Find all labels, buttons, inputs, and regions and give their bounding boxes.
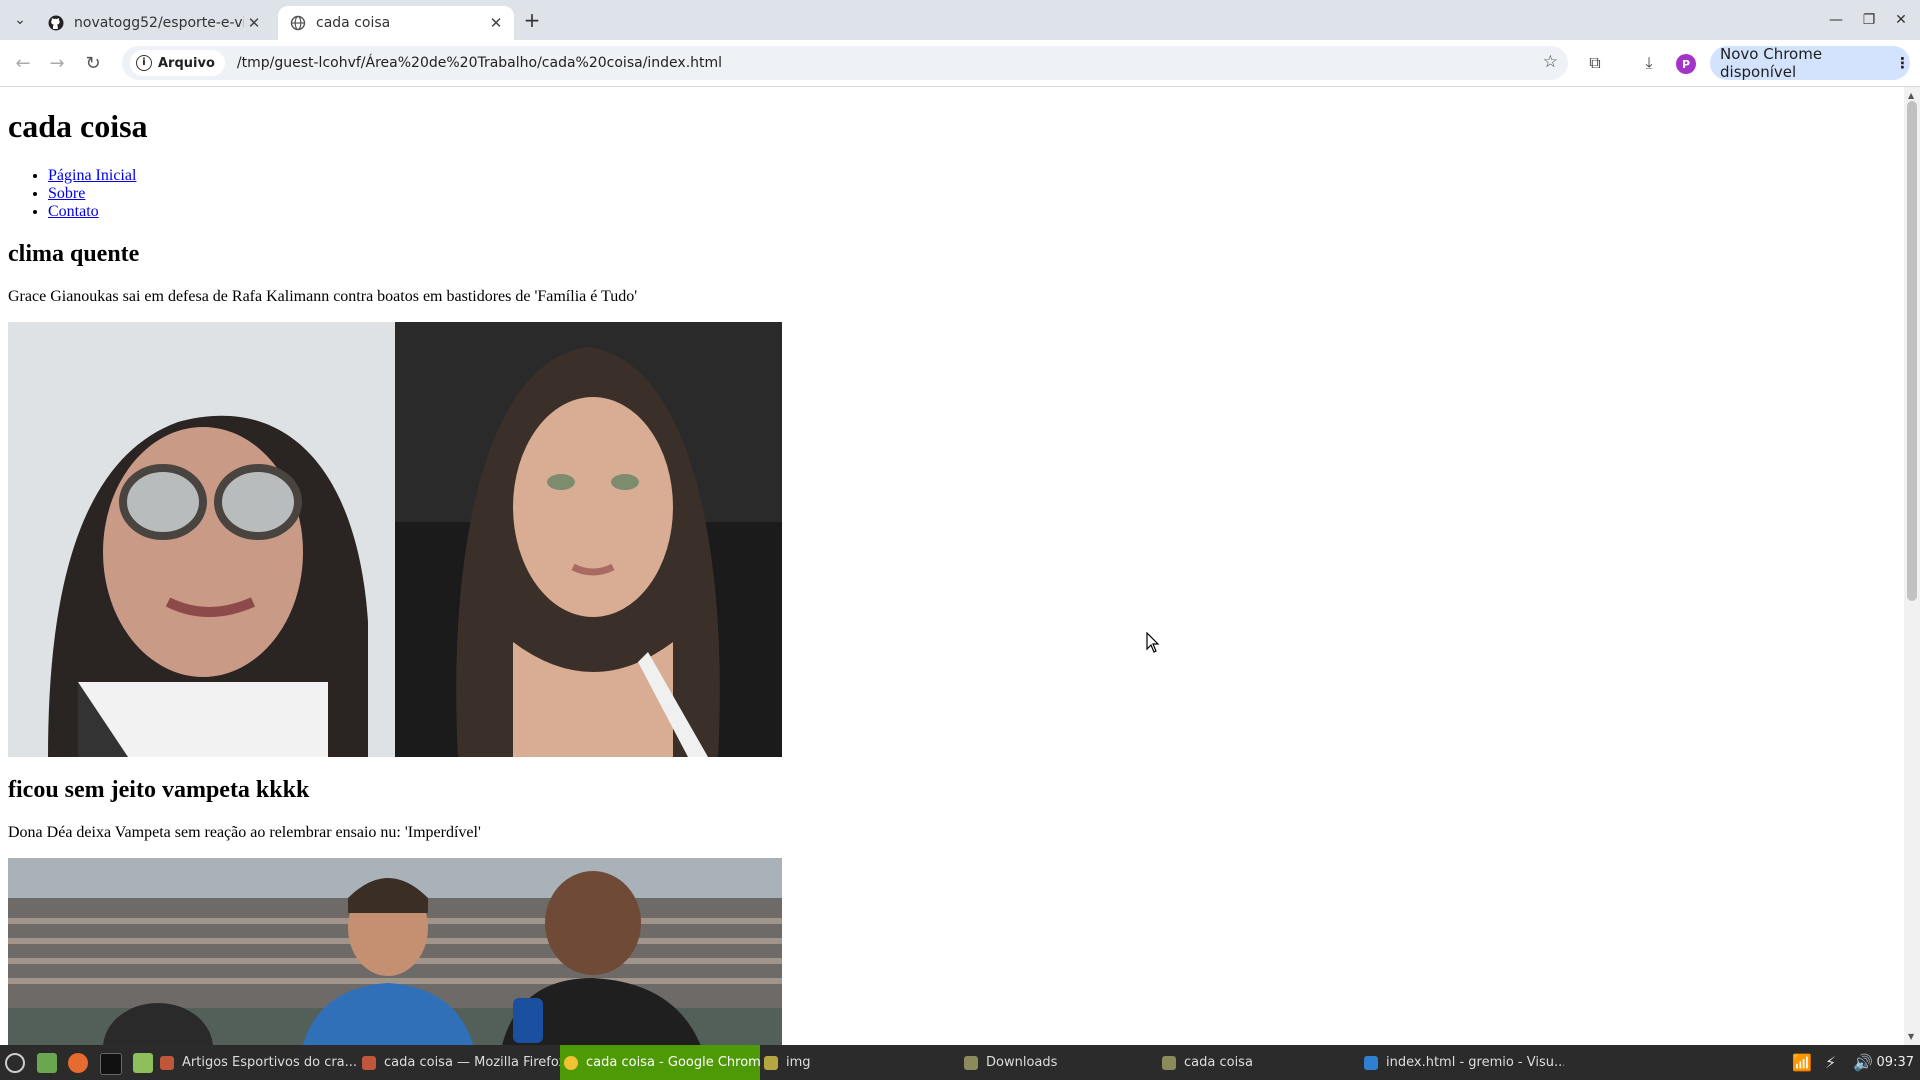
task-label: Downloads xyxy=(986,1055,1058,1070)
page-title: cada coisa xyxy=(8,108,148,144)
taskbar-task[interactable]: index.html - gremio - Visu... xyxy=(1364,1045,1564,1080)
github-icon xyxy=(48,15,64,31)
mouse-cursor-icon xyxy=(1146,632,1160,653)
task-label: cada coisa xyxy=(1184,1055,1253,1070)
folder-icon xyxy=(1162,1055,1176,1070)
photo-grace-and-rafa xyxy=(8,322,782,757)
reload-icon: ↻ xyxy=(85,52,101,74)
update-chrome-button[interactable]: Novo Chrome disponível ⋮ xyxy=(1710,45,1910,81)
folder-icon[interactable] xyxy=(133,1053,153,1073)
nav-link-contact[interactable]: Contato xyxy=(48,203,99,220)
clock[interactable]: 09:37 xyxy=(1877,1045,1914,1080)
restore-icon: ❐ xyxy=(1862,12,1876,28)
puzzle-icon: ⧉ xyxy=(1589,53,1601,72)
volume-icon[interactable]: 🔊 xyxy=(1853,1045,1873,1080)
power-icon[interactable]: ⚡ xyxy=(1825,1045,1836,1080)
tab-search-button[interactable]: ⌄ xyxy=(8,8,32,32)
folder-icon xyxy=(964,1055,978,1070)
firefox-icon xyxy=(362,1055,376,1070)
task-label: img xyxy=(786,1055,811,1070)
download-icon: ⤓ xyxy=(1645,53,1653,72)
taskbar-task-active[interactable]: cada coisa - Google Chrome xyxy=(560,1045,760,1080)
article-heading: clima quente xyxy=(8,241,140,267)
taskbar-task[interactable]: Downloads xyxy=(964,1045,1154,1080)
nav-item: Sobre xyxy=(48,185,1896,203)
back-button[interactable]: ← xyxy=(10,50,36,76)
task-label: cada coisa - Google Chrome xyxy=(586,1055,760,1070)
taskbar-task[interactable]: cada coisa xyxy=(1162,1045,1352,1080)
terminal-icon[interactable] xyxy=(100,1053,122,1075)
close-icon: ✕ xyxy=(1895,12,1907,28)
site-info-label: Arquivo xyxy=(158,55,215,71)
tab-title: novatogg52/esporte-e-vida- xyxy=(74,15,244,31)
taskbar: Artigos Esportivos do cra... cada coisa … xyxy=(0,1045,1920,1080)
arrow-right-icon: → xyxy=(49,52,65,74)
address-bar[interactable]: i Arquivo /tmp/guest-lcohvf/Área%20de%20… xyxy=(122,46,1568,80)
forward-button[interactable]: → xyxy=(44,50,70,76)
scroll-up-icon[interactable]: ▲ xyxy=(1908,91,1914,100)
close-window-button[interactable]: ✕ xyxy=(1889,8,1913,32)
chevron-down-icon: ⌄ xyxy=(14,12,26,28)
firefox-icon[interactable] xyxy=(68,1053,88,1073)
article-summary: Dona Déa deixa Vampeta sem reação ao rel… xyxy=(8,824,481,841)
taskbar-task[interactable]: img xyxy=(764,1045,954,1080)
scroll-down-icon[interactable]: ▼ xyxy=(1908,1032,1914,1041)
task-label: Artigos Esportivos do cra... xyxy=(182,1055,358,1070)
nav-link-about[interactable]: Sobre xyxy=(48,185,85,202)
plus-icon: + xyxy=(523,8,541,32)
nav-item: Página Inicial xyxy=(48,167,1896,185)
page-scrollbar[interactable]: ▲ ▼ xyxy=(1904,87,1920,1045)
page-viewport: cada coisa Página Inicial Sobre Contato … xyxy=(0,87,1904,1045)
tab-github[interactable]: novatogg52/esporte-e-vida- ✕ xyxy=(36,6,272,40)
reload-button[interactable]: ↻ xyxy=(80,50,106,76)
article-summary: Grace Gianoukas sai em defesa de Rafa Ka… xyxy=(8,288,638,305)
minimize-button[interactable]: — xyxy=(1824,8,1848,32)
taskbar-task[interactable]: cada coisa — Mozilla Firefox xyxy=(362,1045,560,1080)
task-label: cada coisa — Mozilla Firefox xyxy=(384,1055,560,1070)
browser-toolbar: ← → ↻ i Arquivo /tmp/guest-lcohvf/Área%2… xyxy=(0,40,1920,87)
tab-cada-coisa[interactable]: cada coisa ✕ xyxy=(278,6,514,40)
extensions-button[interactable]: ⧉ xyxy=(1582,50,1608,76)
site-nav: Página Inicial Sobre Contato xyxy=(8,167,1896,221)
firefox-icon xyxy=(160,1055,174,1070)
vscode-icon xyxy=(1364,1055,1378,1070)
taskbar-task[interactable]: Artigos Esportivos do cra... xyxy=(160,1045,360,1080)
new-tab-button[interactable]: + xyxy=(520,8,544,32)
update-label: Novo Chrome disponível xyxy=(1720,45,1823,81)
tab-strip: ⌄ novatogg52/esporte-e-vida- ✕ cada cois… xyxy=(0,0,1920,40)
photo-vampeta-interview xyxy=(8,858,782,1045)
profile-avatar[interactable]: P xyxy=(1676,54,1696,74)
menu-icon[interactable] xyxy=(5,1053,25,1073)
nav-item: Contato xyxy=(48,203,1896,221)
task-label: index.html - gremio - Visu... xyxy=(1386,1055,1564,1070)
chrome-icon xyxy=(564,1055,578,1070)
url-text[interactable]: /tmp/guest-lcohvf/Área%20de%20Trabalho/c… xyxy=(237,55,722,71)
folder-icon xyxy=(764,1055,778,1070)
more-vert-icon: ⋮ xyxy=(1895,54,1910,72)
show-desktop-icon[interactable] xyxy=(37,1053,57,1073)
article-image-vampeta xyxy=(8,858,782,1045)
minimize-icon: — xyxy=(1829,12,1843,28)
close-icon[interactable]: ✕ xyxy=(244,13,264,33)
close-icon[interactable]: ✕ xyxy=(486,13,506,33)
article-image-grace-rafa xyxy=(8,322,782,757)
nav-link-home[interactable]: Página Inicial xyxy=(48,167,136,184)
tab-title: cada coisa xyxy=(316,15,391,31)
info-icon: i xyxy=(136,55,152,71)
wifi-icon[interactable]: 📶 xyxy=(1792,1045,1812,1080)
star-icon[interactable]: ☆ xyxy=(1543,52,1558,72)
site-info-chip[interactable]: i Arquivo xyxy=(130,50,225,76)
arrow-left-icon: ← xyxy=(15,52,31,74)
restore-button[interactable]: ❐ xyxy=(1857,8,1881,32)
downloads-button[interactable]: ⤓ xyxy=(1636,50,1662,76)
globe-icon xyxy=(290,15,306,31)
article-heading: ficou sem jeito vampeta kkkk xyxy=(8,777,310,803)
scrollbar-thumb[interactable] xyxy=(1907,101,1917,601)
